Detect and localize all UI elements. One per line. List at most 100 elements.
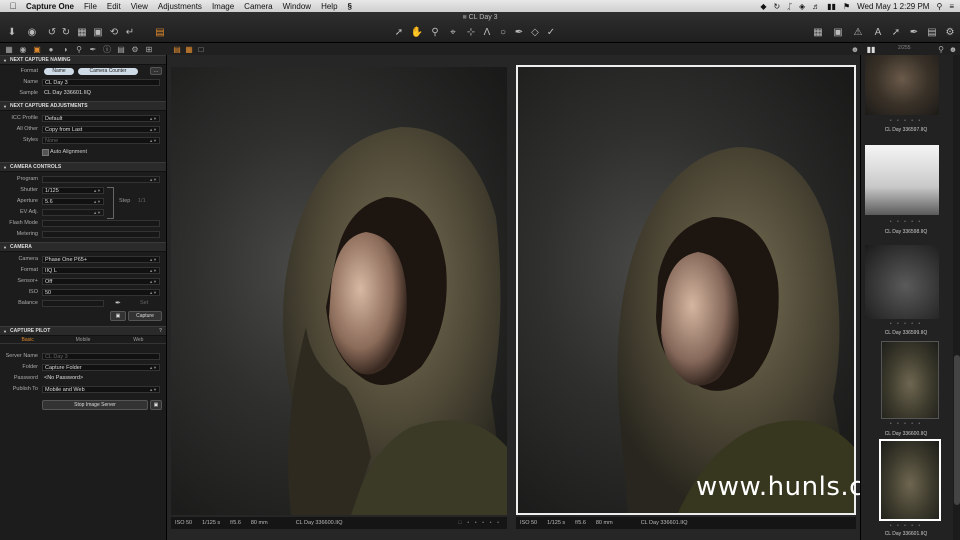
dropbox-icon[interactable]: ◆ (760, 2, 766, 11)
balance-select[interactable] (42, 300, 104, 307)
camera-format-select[interactable]: IIQ L ▲▼ (42, 267, 160, 274)
viewer-image-right[interactable] (516, 65, 856, 515)
search-icon[interactable]: ⚲ (936, 44, 946, 54)
spot-icon[interactable]: ○ (497, 26, 509, 38)
sensor-select[interactable]: Off ▲▼ (42, 278, 160, 285)
ev-select[interactable]: ▲▼ (42, 209, 104, 216)
menu-help[interactable]: Help (321, 2, 337, 11)
thumbnail-3-rating[interactable]: • • • • • (861, 321, 951, 327)
menu-image[interactable]: Image (212, 2, 234, 11)
flag-icon[interactable]: ⚑ (843, 2, 850, 11)
tab-basic[interactable]: Basic (0, 336, 56, 344)
thumbnail-3[interactable] (865, 245, 939, 319)
menu-view[interactable]: View (131, 2, 148, 11)
camera-header[interactable]: ▼ Camera (0, 242, 166, 252)
capture-tab-icon[interactable]: ◉ (18, 44, 28, 54)
thumbnail-1[interactable] (865, 55, 939, 115)
menu-edit[interactable]: Edit (107, 2, 121, 11)
warning-icon[interactable]: ⚠ (852, 26, 864, 38)
token-name[interactable]: Name (44, 68, 74, 75)
format-menu-button[interactable]: … (150, 67, 162, 75)
metering-select[interactable] (42, 231, 160, 238)
shutter-select[interactable]: 1/125 ▲▼ (42, 187, 104, 194)
next-capture-adjustments-header[interactable]: ▼ Next Capture Adjustments (0, 101, 166, 111)
menu-adjustments[interactable]: Adjustments (158, 2, 202, 11)
iso-select[interactable]: 50 ▲▼ (42, 289, 160, 296)
capture-pilot-header[interactable]: ▼ Capture Pilot? (0, 326, 166, 336)
menu-app[interactable]: Capture One (26, 2, 74, 11)
capture-options-icon[interactable]: ▣ (110, 311, 126, 321)
stop-image-server-button[interactable]: Stop Image Server (42, 400, 148, 410)
info-icon[interactable]: ↵ (124, 26, 136, 38)
keystone-icon[interactable]: Λ (481, 26, 493, 38)
list-icon[interactable]: ≡ (949, 2, 954, 11)
gradient-icon[interactable]: ◇ (529, 26, 541, 38)
step-value[interactable]: 1/1 (138, 198, 146, 204)
batch-tab-icon[interactable]: ⚙ (130, 44, 140, 54)
server-name-field[interactable]: CL Day 3 (42, 353, 160, 360)
picker-icon[interactable]: ✓ (545, 26, 557, 38)
folder-icon[interactable]: ▦ (76, 26, 88, 38)
capture-button[interactable]: Capture (128, 311, 162, 321)
thumbnail-2[interactable] (865, 145, 939, 215)
styles-select[interactable]: None ▲▼ (42, 137, 160, 144)
zoom-icon[interactable]: ⚲ (429, 26, 441, 38)
next-capture-naming-header[interactable]: ▼ Next Capture Naming (0, 55, 166, 65)
tab-web[interactable]: Web (110, 336, 166, 344)
apple-icon[interactable]:  (6, 1, 20, 11)
name-field[interactable]: CL Day 3 (42, 79, 160, 86)
program-select[interactable]: ▲▼ (42, 176, 160, 183)
set-button[interactable]: Set (140, 300, 148, 306)
output-tab-icon[interactable]: ▤ (116, 44, 126, 54)
reset-icon[interactable]: ⟲ (108, 26, 120, 38)
thumbnail-2-rating[interactable]: • • • • • (861, 219, 951, 225)
menu-window[interactable]: Window (283, 2, 311, 11)
spotlight-icon[interactable]: ⚲ (936, 2, 942, 11)
menubar-clock[interactable]: Wed May 1 2:29 PM (857, 2, 929, 11)
left-rating-dots[interactable]: □ • • • • • (458, 520, 501, 526)
redo-icon[interactable]: ↻ (60, 26, 72, 38)
plus-tab-icon[interactable]: ⊞ (144, 44, 154, 54)
help-icon[interactable]: ? (159, 328, 162, 334)
capture-icon[interactable]: ◉ (26, 26, 38, 38)
share-icon[interactable]: ▤ (926, 26, 938, 38)
single-view-icon[interactable]: ▤ (172, 44, 182, 54)
lens-tab-icon[interactable]: ▣ (32, 44, 42, 54)
compare-view-icon[interactable]: □ (196, 44, 206, 54)
edit-icon[interactable]: ➚ (890, 26, 902, 38)
menu-file[interactable]: File (84, 2, 97, 11)
multi-view-icon[interactable]: ▦ (184, 44, 194, 54)
thumbnail-4-rating[interactable]: • • • • • (861, 421, 951, 427)
aperture-select[interactable]: 5.6 ▲▼ (42, 198, 104, 205)
filmstrip-scrollbar[interactable] (953, 55, 960, 540)
brush-icon[interactable]: ✒ (513, 26, 525, 38)
color-tab-icon[interactable]: ● (46, 44, 56, 54)
token-camera-counter[interactable]: Camera Counter (78, 68, 138, 75)
sync-icon[interactable]: ↻ (773, 2, 780, 11)
folder-select[interactable]: Capture Folder ▲▼ (42, 364, 160, 371)
eyedropper-icon[interactable]: ✒ (115, 299, 121, 307)
crop-icon[interactable]: ⌖ (447, 26, 459, 38)
scrollbar-knob[interactable] (954, 355, 960, 505)
camera-controls-header[interactable]: ▼ Camera Controls (0, 162, 166, 172)
settings-icon[interactable]: ⚙ (944, 26, 956, 38)
undo-icon[interactable]: ↺ (46, 26, 58, 38)
grid-icon[interactable]: ▦ (812, 26, 824, 38)
thumbnail-5-rating[interactable]: • • • • • (861, 523, 951, 529)
viewer-image-left[interactable] (171, 67, 507, 515)
exposure-tab-icon[interactable]: ◑ (60, 44, 70, 54)
thumbnail-4[interactable] (881, 341, 939, 419)
overlay-icon[interactable]: ▣ (832, 26, 844, 38)
straighten-icon[interactable]: ⊹ (465, 26, 477, 38)
menu-camera[interactable]: Camera (244, 2, 272, 11)
battery-icon[interactable]: ▮▮ (827, 2, 836, 11)
allother-select[interactable]: Copy from Last ▲▼ (42, 126, 160, 133)
volume-icon[interactable]: ♬ (812, 2, 820, 11)
user-icon[interactable]: ☻ (948, 44, 958, 54)
tab-mobile[interactable]: Mobile (55, 336, 111, 344)
color-icon[interactable]: ✒ (908, 26, 920, 38)
metadata-tab-icon[interactable]: ⓘ (102, 44, 112, 54)
auto-alignment-checkbox[interactable] (42, 149, 49, 156)
flash-select[interactable] (42, 220, 160, 227)
stack-icon[interactable]: ▤ (154, 26, 166, 38)
